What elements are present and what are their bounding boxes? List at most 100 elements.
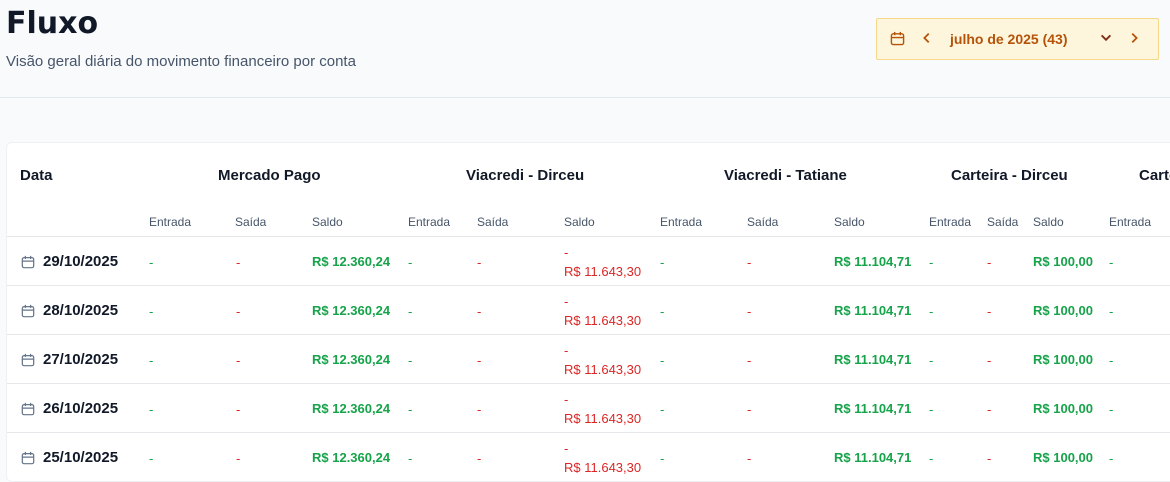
amount-cell: R$ 11.104,71 [834, 450, 912, 465]
calendar-icon [21, 451, 35, 464]
amount-cell: - [987, 304, 992, 319]
amount-cell: - [564, 245, 569, 260]
date-text: 26/10/2025 [43, 400, 119, 417]
amount-cell: R$ 11.104,71 [834, 254, 912, 269]
amount-cell: - [660, 304, 665, 319]
amount-cell: R$ 11.643,30 [564, 411, 642, 426]
amount-cell: - [408, 255, 413, 270]
account-header: Carteira - Dirceu [951, 167, 1068, 184]
date-text: 28/10/2025 [43, 302, 119, 319]
table-row[interactable]: 27/10/2025 - - R$ 12.360,24 - - - R$ 11.643,30 -… [7, 335, 1170, 384]
calendar-icon [21, 353, 35, 366]
column-header: Saldo [1033, 215, 1064, 229]
column-header: Entrada [929, 215, 972, 229]
table-row[interactable]: 26/10/2025 - - R$ 12.360,24 - - - R$ 11.643,30 -… [7, 384, 1170, 433]
amount-cell: R$ 100,00 [1033, 352, 1093, 367]
account-header: Mercado Pago [218, 167, 321, 184]
amount-cell: - [747, 451, 752, 466]
amount-cell: - [929, 304, 934, 319]
table-row[interactable]: 29/10/2025 - - R$ 12.360,24 - - - R$ 11.643,30 -… [7, 237, 1170, 286]
amount-cell: - [987, 402, 992, 417]
amount-cell: - [408, 353, 413, 368]
calendar-icon [21, 304, 35, 317]
amount-cell: - [564, 343, 569, 358]
amount-cell: R$ 11.104,71 [834, 401, 912, 416]
amount-cell: - [1109, 451, 1114, 466]
amount-cell: R$ 11.104,71 [834, 303, 912, 318]
amount-cell: - [564, 441, 569, 456]
amount-cell: - [747, 255, 752, 270]
amount-cell: - [564, 392, 569, 407]
amount-cell: - [236, 402, 241, 417]
cash-flow-table: Data Mercado Pago Viacredi - Dirceu Viac… [6, 142, 1170, 482]
calendar-icon [21, 402, 35, 415]
date-cell: 28/10/2025 [21, 302, 118, 319]
column-header: Saldo [834, 215, 865, 229]
column-header: Saldo [312, 215, 343, 229]
table-row[interactable]: 28/10/2025 - - R$ 12.360,24 - - - R$ 11.643,30 -… [7, 286, 1170, 335]
amount-cell: - [929, 353, 934, 368]
amount-cell: - [149, 402, 154, 417]
amount-cell: - [987, 255, 992, 270]
amount-cell: - [660, 402, 665, 417]
amount-cell: R$ 12.360,24 [312, 450, 391, 465]
sub-header-row: Entrada Saída Saldo Entrada Saída Saldo … [7, 207, 1170, 237]
account-header: Carte [1139, 167, 1170, 184]
amount-cell: R$ 11.643,30 [564, 460, 642, 475]
amount-cell: - [660, 451, 665, 466]
amount-cell: - [660, 255, 665, 270]
date-text: 29/10/2025 [43, 253, 119, 270]
column-header: Saldo [564, 215, 595, 229]
amount-cell: - [477, 353, 482, 368]
amount-cell: - [747, 353, 752, 368]
amount-cell: - [477, 451, 482, 466]
amount-cell: - [477, 304, 482, 319]
amount-cell: - [929, 255, 934, 270]
amount-cell: - [477, 255, 482, 270]
chevron-right-icon[interactable] [1127, 31, 1141, 45]
month-picker-label[interactable]: julho de 2025 (43) [950, 31, 1067, 47]
amount-cell: R$ 12.360,24 [312, 254, 391, 269]
chevron-down-icon[interactable] [1099, 31, 1113, 45]
column-header: Saída [747, 215, 779, 229]
account-header: Viacredi - Dirceu [466, 167, 585, 184]
column-header: Saída [987, 215, 1019, 229]
amount-cell: - [564, 294, 569, 309]
column-header: Entrada [149, 215, 192, 229]
amount-cell: R$ 11.643,30 [564, 362, 642, 377]
table-row[interactable]: 25/10/2025 - - R$ 12.360,24 - - - R$ 11.643,30 -… [7, 433, 1170, 481]
page-title: Fluxo [6, 6, 99, 41]
calendar-icon [21, 255, 35, 268]
amount-cell: - [987, 353, 992, 368]
amount-cell: R$ 11.104,71 [834, 352, 912, 367]
amount-cell: - [408, 451, 413, 466]
amount-cell: - [236, 353, 241, 368]
amount-cell: - [149, 255, 154, 270]
date-cell: 25/10/2025 [21, 449, 118, 466]
amount-cell: R$ 100,00 [1033, 303, 1093, 318]
column-header: Entrada [408, 215, 451, 229]
amount-cell: - [408, 402, 413, 417]
column-header: Saída [235, 215, 267, 229]
amount-cell: - [149, 304, 154, 319]
amount-cell: - [747, 402, 752, 417]
date-text: 27/10/2025 [43, 351, 119, 368]
amount-cell: R$ 11.643,30 [564, 313, 642, 328]
amount-cell: - [236, 255, 241, 270]
amount-cell: - [1109, 353, 1114, 368]
column-header: Entrada [660, 215, 703, 229]
amount-cell: R$ 11.643,30 [564, 264, 642, 279]
month-picker[interactable]: julho de 2025 (43) [876, 18, 1159, 60]
amount-cell: - [149, 451, 154, 466]
amount-cell: - [1109, 304, 1114, 319]
column-header: Entrada [1109, 215, 1152, 229]
column-header: Saída [477, 215, 509, 229]
page-header: Fluxo Visão geral diária do movimento fi… [0, 0, 1170, 98]
chevron-left-icon[interactable] [920, 31, 934, 45]
amount-cell: - [929, 451, 934, 466]
amount-cell: - [149, 353, 154, 368]
amount-cell: - [1109, 402, 1114, 417]
amount-cell: R$ 100,00 [1033, 254, 1093, 269]
amount-cell: - [660, 353, 665, 368]
calendar-icon [890, 31, 905, 46]
